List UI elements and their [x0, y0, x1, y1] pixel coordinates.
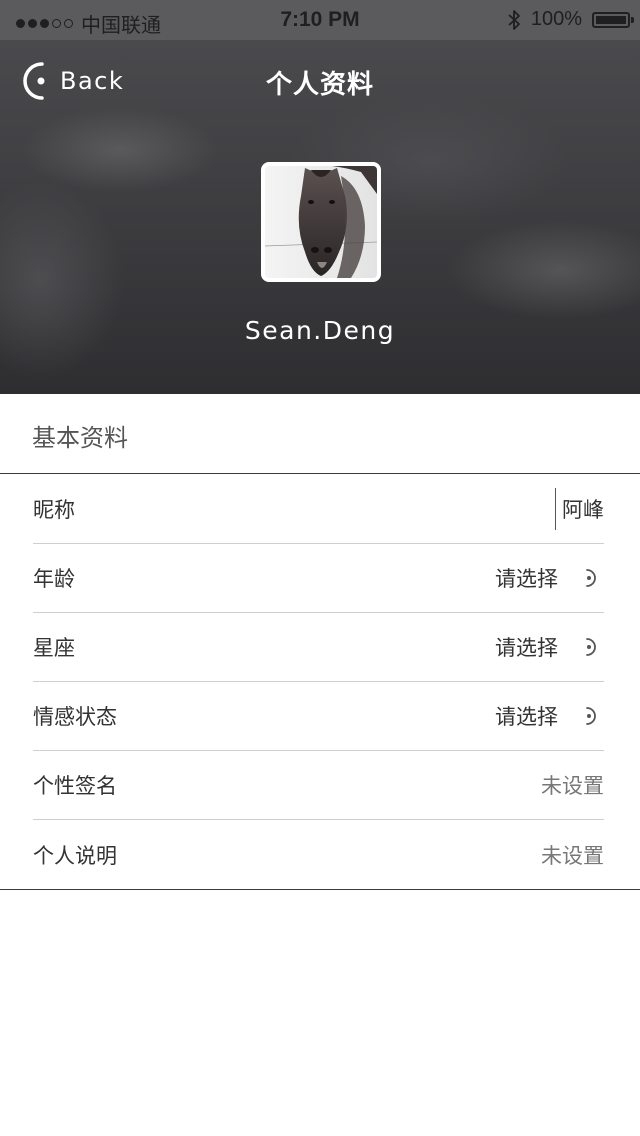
row-value: 未设置 — [541, 774, 604, 798]
battery-fill — [596, 15, 626, 24]
row-value: 未设置 — [541, 843, 604, 868]
row-value: 阿峰 — [562, 498, 604, 522]
row-right: 请选择 — [495, 632, 604, 662]
row-label: 年龄 — [33, 567, 75, 591]
row-relationship-status[interactable]: 情感状态 请选择 — [33, 682, 604, 751]
status-bar: 中国联通 7:10 PM 100% — [0, 0, 640, 40]
row-description[interactable]: 个人说明 未设置 — [33, 820, 604, 889]
row-signature[interactable]: 个性签名 未设置 — [33, 751, 604, 820]
status-bar-right: 100% — [507, 8, 634, 31]
row-age[interactable]: 年龄 请选择 — [33, 544, 604, 613]
row-label: 星座 — [33, 636, 75, 660]
profile-list: 昵称 阿峰 年龄 请选择 星座 请选择 情感状态 请选择 个性签名 未设置 个人… — [0, 475, 640, 890]
row-right: 阿峰 — [555, 488, 604, 530]
row-value: 请选择 — [495, 705, 558, 729]
row-right: 请选择 — [495, 701, 604, 731]
page-title: 个人资料 — [265, 70, 374, 100]
chevron-right-icon — [586, 638, 596, 656]
row-right: 未设置 — [541, 840, 604, 870]
user-name: Sean.Deng — [244, 316, 396, 345]
bluetooth-icon — [508, 9, 520, 30]
row-nickname[interactable]: 昵称 阿峰 — [33, 475, 604, 544]
section-header: 基本资料 — [0, 394, 640, 474]
profile-header: Back 个人资料 Sean.Deng — [0, 40, 640, 394]
row-right: 请选择 — [495, 563, 604, 593]
row-constellation[interactable]: 星座 请选择 — [33, 613, 604, 682]
row-label: 昵称 — [33, 498, 75, 522]
battery-percent: 100% — [530, 8, 582, 30]
battery-icon — [592, 11, 634, 28]
row-value: 请选择 — [495, 636, 558, 660]
avatar[interactable] — [261, 162, 381, 282]
nickname-input[interactable]: 阿峰 — [555, 488, 604, 530]
chevron-right-icon — [586, 707, 596, 725]
chevron-right-icon — [586, 569, 596, 587]
row-right: 未设置 — [541, 770, 604, 800]
row-value: 请选择 — [495, 567, 558, 591]
row-label: 个性签名 — [33, 774, 117, 798]
row-label: 个人说明 — [33, 843, 117, 868]
text-cursor — [555, 488, 556, 530]
row-label: 情感状态 — [33, 705, 117, 729]
section-title: 基本资料 — [32, 424, 128, 452]
avatar-image — [265, 166, 377, 278]
